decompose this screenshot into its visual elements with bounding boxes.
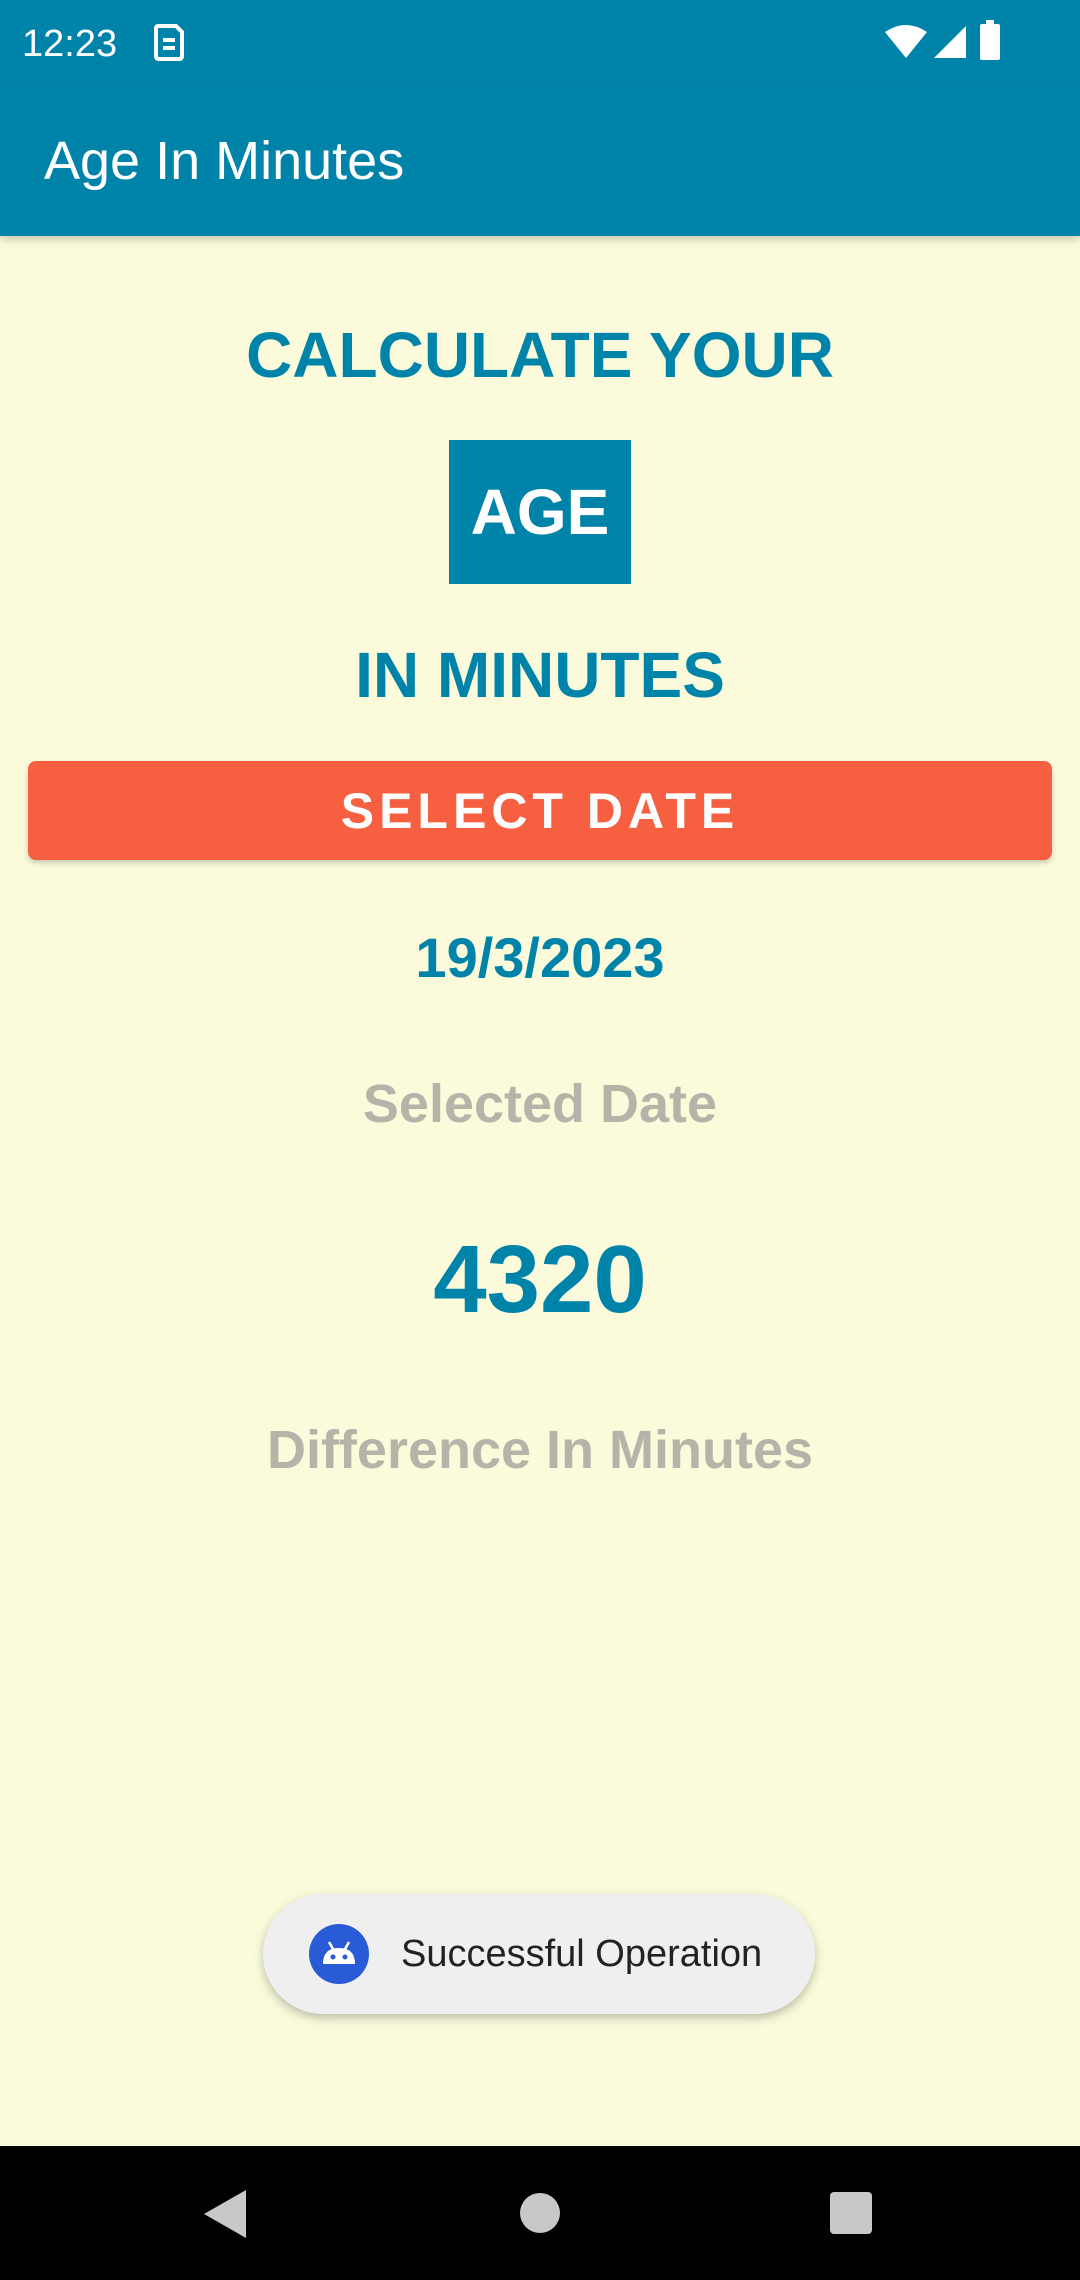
app-bar: Age In Minutes	[0, 88, 1080, 236]
android-icon	[309, 1924, 369, 1984]
heading-in-minutes: IN MINUTES	[355, 639, 725, 711]
toast: Successful Operation	[263, 1894, 815, 2014]
toast-message: Successful Operation	[401, 1933, 763, 1975]
app-title: Age In Minutes	[44, 131, 405, 191]
heading-age-box: AGE	[449, 440, 631, 584]
sim-card-icon	[154, 24, 184, 61]
status-bar: 12:23	[0, 0, 1080, 88]
battery-icon	[980, 20, 1000, 60]
heading-calculate-your: CALCULATE YOUR	[246, 319, 834, 391]
wifi-icon	[885, 25, 927, 58]
selected-date-label: Selected Date	[362, 1074, 718, 1134]
navigation-bar	[0, 2146, 1080, 2280]
back-icon[interactable]	[200, 2186, 250, 2242]
minutes-difference-label: Difference In Minutes	[266, 1420, 814, 1480]
select-date-button[interactable]: SELECT DATE	[28, 761, 1052, 860]
home-icon[interactable]	[519, 2192, 561, 2234]
status-time: 12:23	[22, 23, 118, 65]
selected-date-value: 19/3/2023	[415, 926, 665, 989]
recents-icon[interactable]	[829, 2191, 873, 2235]
signal-icon	[934, 26, 966, 58]
minutes-difference-value: 4320	[433, 1226, 647, 1333]
